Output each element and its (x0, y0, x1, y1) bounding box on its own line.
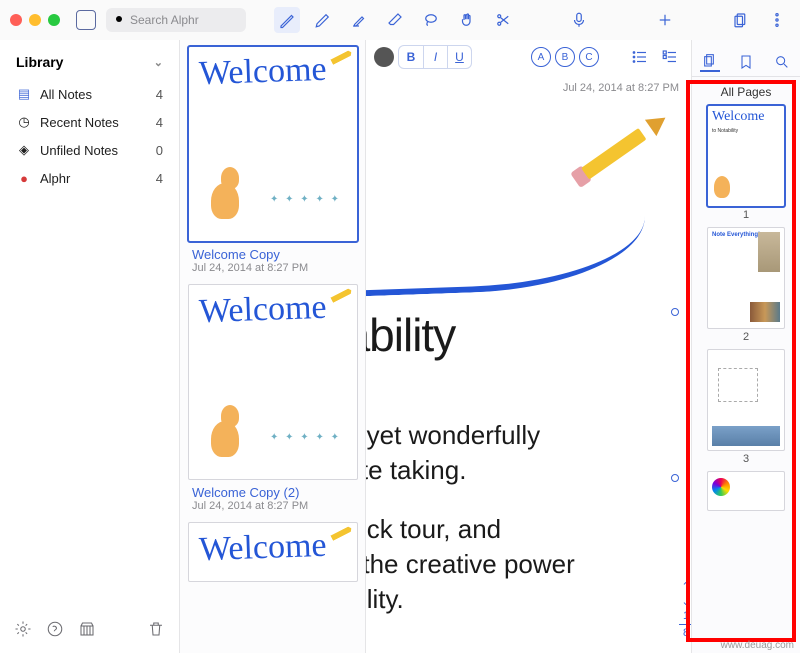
sidebar-item-unfiled[interactable]: ◈ Unfiled Notes 0 (0, 136, 179, 164)
page-thumbnail[interactable] (707, 349, 785, 451)
note-thumbnail: Welcome ✦ ✦ ✦ ✦ ✦ (188, 46, 358, 242)
note-thumbnail: Welcome (188, 522, 358, 582)
eraser-tool[interactable] (382, 7, 408, 33)
total-pages: 8 (683, 627, 689, 639)
clock-icon: ◷ (16, 114, 32, 130)
doc-body-line: note taking. (366, 453, 466, 488)
tab-pages[interactable] (700, 52, 720, 72)
library-title: Library (16, 54, 63, 70)
sidebar-item-count: 4 (156, 87, 163, 102)
sidebar-footer (0, 610, 179, 653)
pages-panel: All Pages Welcome to Notability 1 Note E… (692, 40, 800, 653)
lasso-tool[interactable] (418, 7, 444, 33)
notes-list: Welcome ✦ ✦ ✦ ✦ ✦ Welcome Copy Jul 24, 2… (180, 40, 366, 653)
chevron-up-icon[interactable]: ⌃ (681, 580, 690, 593)
library-sidebar: Library ⌄ ▤ All Notes 4 ◷ Recent Notes 4… (0, 40, 180, 653)
shop-icon[interactable] (78, 620, 96, 643)
window-controls (10, 14, 60, 26)
ink-stroke (366, 216, 647, 299)
sidebar-item-count: 0 (156, 143, 163, 158)
sidebar-item-alphr[interactable]: ● Alphr 4 (0, 164, 179, 192)
bold-button[interactable]: B (399, 46, 423, 68)
sidebar-item-count: 4 (156, 171, 163, 186)
chevron-down-icon[interactable]: ⌄ (681, 595, 690, 608)
hand-tool[interactable] (454, 7, 480, 33)
drawer-icon: ◈ (16, 142, 32, 158)
page-number: 3 (743, 453, 749, 465)
sidebar-item-all-notes[interactable]: ▤ All Notes 4 (0, 80, 179, 108)
minimize-window[interactable] (29, 14, 41, 26)
favorite-c[interactable]: C (579, 47, 599, 67)
page-thumbnail[interactable] (707, 471, 785, 511)
checklist-button[interactable] (657, 44, 683, 70)
sidebar-item-label: All Notes (40, 87, 92, 102)
more-menu[interactable] (764, 7, 790, 33)
style-picker[interactable] (374, 47, 394, 67)
page-navigator[interactable]: ⌃ ⌄ 1 8 (679, 580, 692, 639)
doc-body-line: ul, yet wonderfully (366, 418, 540, 453)
note-card[interactable]: Welcome ✦ ✦ ✦ ✦ ✦ Welcome Copy (2) Jul 2… (188, 284, 357, 512)
search-placeholder: Search Alphr (130, 13, 199, 27)
favorite-b[interactable]: B (555, 47, 575, 67)
zoom-window[interactable] (48, 14, 60, 26)
help-icon[interactable] (46, 620, 64, 643)
note-date: Jul 24, 2014 at 8:27 PM (188, 262, 357, 274)
sidebar-item-recent[interactable]: ◷ Recent Notes 4 (0, 108, 179, 136)
note-title: Welcome Copy (2) (188, 480, 357, 500)
library-toggle[interactable] (76, 10, 96, 30)
page-number: 1 (743, 209, 749, 221)
note-thumbnail: Welcome ✦ ✦ ✦ ✦ ✦ (188, 284, 358, 480)
note-title: Welcome Copy (188, 242, 357, 262)
stack-icon: ▤ (16, 86, 32, 102)
italic-button[interactable]: I (423, 46, 447, 68)
search-input[interactable]: Search Alphr (106, 8, 246, 32)
doc-heading: Notability (366, 308, 455, 362)
titlebar: Search Alphr (0, 0, 800, 40)
watermark: www.deuag.com (721, 640, 794, 651)
note-card[interactable]: Welcome (188, 522, 357, 582)
format-segment: B I U (398, 45, 472, 69)
favorite-a[interactable]: A (531, 47, 551, 67)
sidebar-item-count: 4 (156, 115, 163, 130)
doc-body-line: er the creative power (366, 547, 575, 582)
selection-handle[interactable] (671, 474, 679, 482)
editor-canvas[interactable]: B I U A B C Jul 24, 2014 at 8:27 PM me N… (366, 40, 692, 653)
tab-search[interactable] (772, 52, 792, 72)
selection-handle[interactable] (671, 308, 679, 316)
document-date: Jul 24, 2014 at 8:27 PM (563, 82, 679, 94)
page-thumbnail[interactable]: Note Everything! (707, 227, 785, 329)
text-tool[interactable] (274, 7, 300, 33)
chevron-down-icon[interactable]: ⌄ (154, 56, 163, 69)
note-card[interactable]: Welcome ✦ ✦ ✦ ✦ ✦ Welcome Copy Jul 24, 2… (188, 46, 357, 274)
highlighter-tool[interactable] (346, 7, 372, 33)
sidebar-item-label: Recent Notes (40, 115, 119, 130)
add-button[interactable] (652, 7, 678, 33)
underline-button[interactable]: U (447, 46, 471, 68)
mic-button[interactable] (566, 7, 592, 33)
doc-body-line: ability. (366, 582, 404, 617)
pencil-illustration (579, 114, 664, 182)
page-number: 2 (743, 331, 749, 343)
note-date: Jul 24, 2014 at 8:27 PM (188, 500, 357, 512)
editor-toolbar: B I U A B C (366, 40, 691, 74)
trash-icon[interactable] (147, 620, 165, 643)
pages-panel-title: All Pages (721, 77, 772, 105)
sidebar-item-label: Alphr (40, 171, 70, 186)
dot-icon: ● (16, 170, 32, 186)
scissors-tool[interactable] (490, 7, 516, 33)
search-icon (114, 14, 126, 26)
current-page: 1 (683, 610, 689, 622)
list-button[interactable] (627, 44, 653, 70)
sidebar-item-label: Unfiled Notes (40, 143, 118, 158)
close-window[interactable] (10, 14, 22, 26)
doc-body-line: quick tour, and (366, 512, 501, 547)
settings-icon[interactable] (14, 620, 32, 643)
tab-bookmarks[interactable] (736, 52, 756, 72)
page-thumbnail[interactable]: Welcome to Notability (707, 105, 785, 207)
pages-toggle[interactable] (728, 7, 754, 33)
pen-tool[interactable] (310, 7, 336, 33)
